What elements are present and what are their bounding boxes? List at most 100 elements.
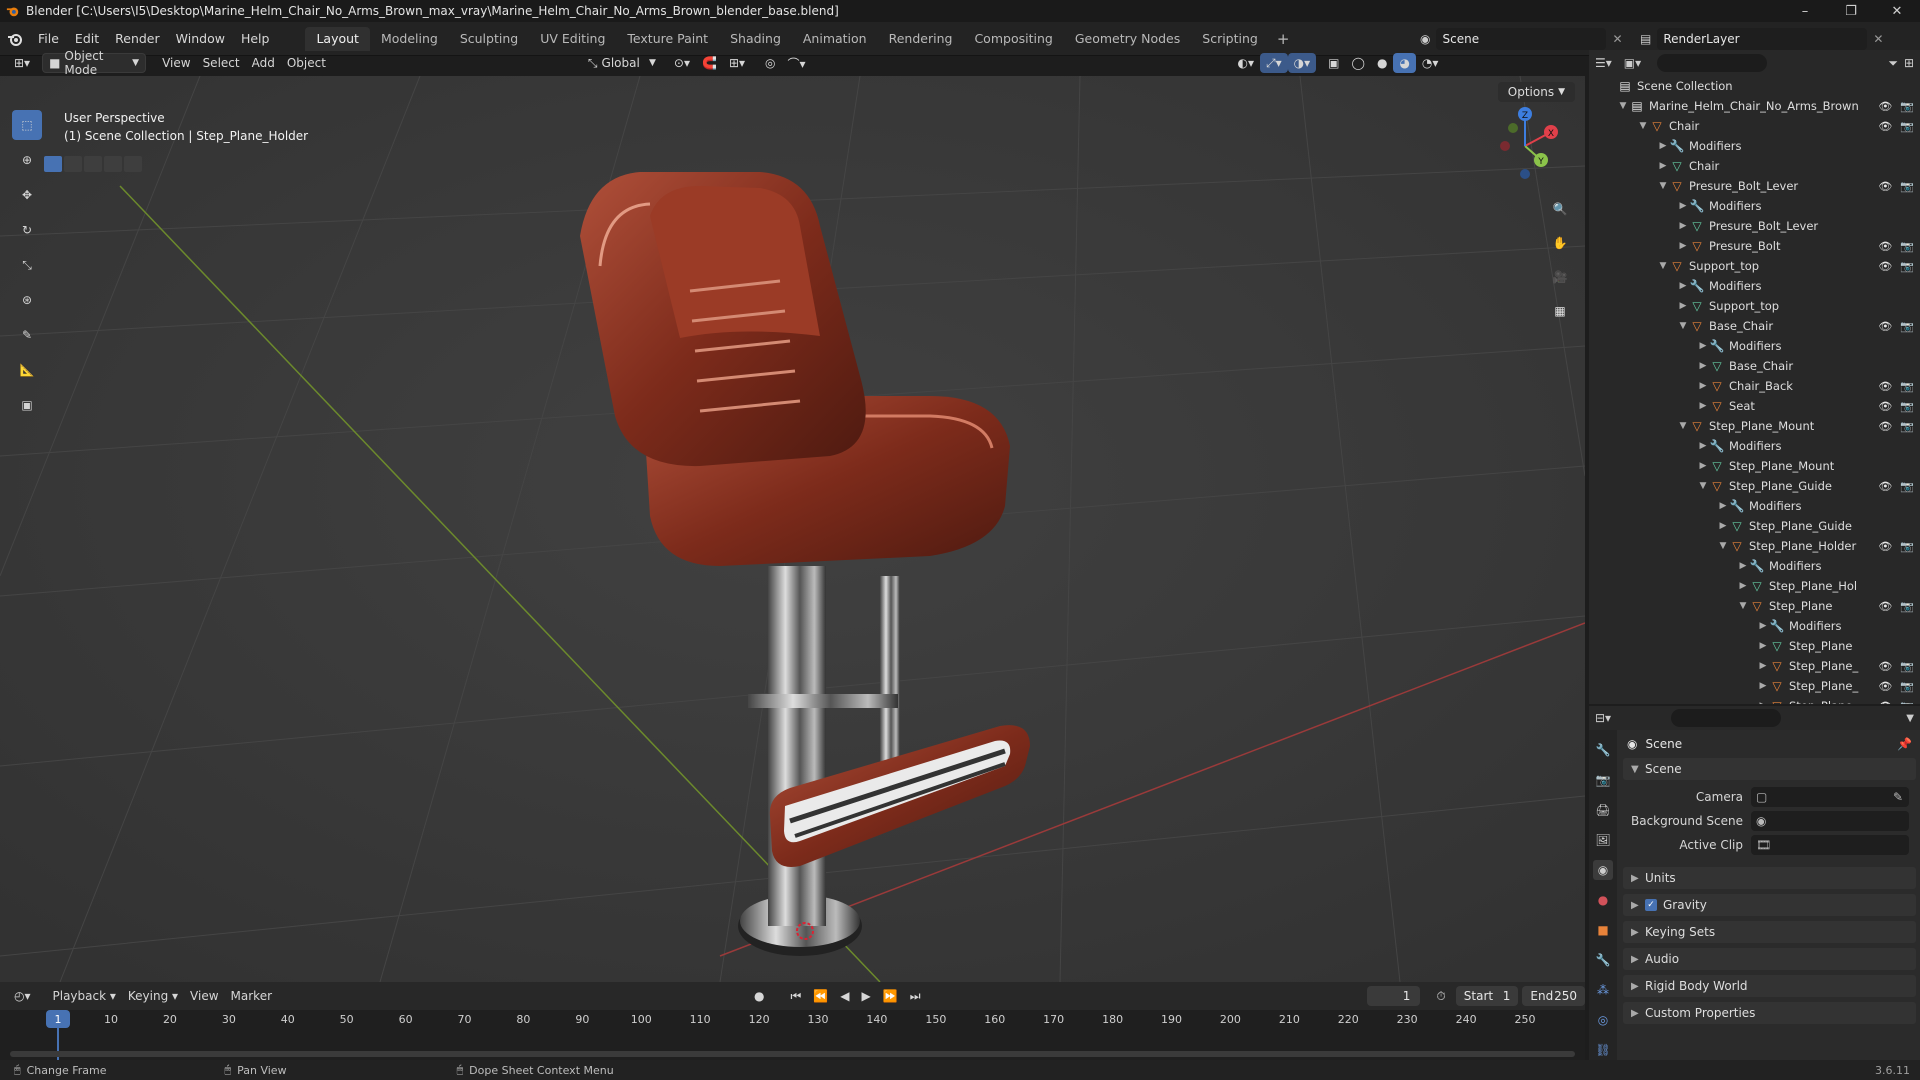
outliner-item[interactable]: ▼ ▽ Step_Plane_Guide 👁 📷	[1589, 476, 1920, 496]
panel-audio[interactable]: ▶ Audio	[1623, 948, 1916, 970]
proportional-edit-icon[interactable]: ◎	[759, 53, 781, 73]
chevron-right-icon[interactable]: ▶	[1697, 401, 1709, 411]
transform-orientation-dropdown[interactable]: ⤡ Global ▼	[582, 53, 662, 73]
constraints-tab-icon[interactable]: ⛓	[1593, 1040, 1613, 1060]
camera-render-icon[interactable]: 📷	[1900, 320, 1914, 333]
outliner-item[interactable]: ▶ 🔧 Modifiers	[1589, 496, 1920, 516]
eye-icon[interactable]: 👁	[1878, 660, 1892, 673]
menu-object[interactable]: Object	[281, 53, 332, 73]
menu-edit[interactable]: Edit	[67, 31, 107, 46]
outliner-item[interactable]: ▶ 🔧 Modifiers	[1589, 136, 1920, 156]
next-keyframe-icon[interactable]: ⏩	[877, 986, 904, 1006]
object-tab-icon[interactable]: ■	[1593, 920, 1613, 940]
outliner-root[interactable]: ▤ Scene Collection	[1589, 76, 1920, 96]
background-scene-field[interactable]: ◉	[1751, 811, 1909, 831]
chevron-right-icon[interactable]: ▶	[1677, 301, 1689, 311]
blender-menu-icon[interactable]	[0, 31, 30, 47]
close-icon[interactable]: ✕	[1612, 32, 1622, 46]
camera-view-icon[interactable]: 🎥	[1547, 264, 1573, 290]
start-frame-field[interactable]: Start 1	[1455, 986, 1519, 1006]
camera-render-icon[interactable]: 📷	[1900, 420, 1914, 433]
chevron-right-icon[interactable]: ▶	[1757, 641, 1769, 651]
eye-icon[interactable]: 👁	[1878, 680, 1892, 693]
outliner-item[interactable]: ▶ ▽ Presure_Bolt 👁 📷	[1589, 236, 1920, 256]
mode-dropdown[interactable]: ■ Object Mode ▼	[42, 49, 147, 77]
tab-layout[interactable]: Layout	[305, 26, 370, 51]
outliner-item[interactable]: ▶ ▽ Step_Plane_Hol	[1589, 576, 1920, 596]
eye-icon[interactable]: 👁	[1878, 600, 1892, 613]
maximize-button[interactable]: ❐	[1828, 0, 1874, 22]
chevron-right-icon[interactable]: ▶	[1657, 141, 1669, 151]
camera-render-icon[interactable]: 📷	[1900, 600, 1914, 613]
renderlayer-selector[interactable]: ▤ RenderLayer ✕	[1640, 26, 1900, 52]
chevron-right-icon[interactable]: ▶	[1677, 221, 1689, 231]
add-workspace-button[interactable]: +	[1269, 30, 1298, 48]
chevron-right-icon[interactable]: ▶	[1757, 661, 1769, 671]
menu-render[interactable]: Render	[107, 31, 168, 46]
outliner-item[interactable]: ▶ ▽ Presure_Bolt_Lever	[1589, 216, 1920, 236]
solid-shading-icon[interactable]: ●	[1371, 53, 1393, 73]
chevron-down-icon[interactable]: ▼	[1717, 541, 1729, 551]
eye-icon[interactable]: 👁	[1878, 540, 1892, 553]
select-invert-icon[interactable]	[104, 156, 122, 172]
timeline-scrollbar[interactable]	[10, 1051, 1575, 1057]
material-shading-icon[interactable]: ◕	[1393, 53, 1416, 73]
chevron-down-icon[interactable]: ▼	[1677, 421, 1689, 431]
rendered-shading-icon[interactable]: ◔▾	[1416, 53, 1445, 73]
properties-editor-icon[interactable]: ⊟▾	[1595, 711, 1611, 725]
chevron-right-icon[interactable]: ▶	[1677, 281, 1689, 291]
outliner-item[interactable]: ▼ ▽ Base_Chair 👁 📷	[1589, 316, 1920, 336]
close-icon[interactable]: ✕	[1873, 32, 1883, 46]
menu-marker[interactable]: Marker	[225, 986, 278, 1006]
outliner-editor-icon[interactable]: ☰▾	[1595, 56, 1612, 70]
pivot-icon[interactable]: ⊙▾	[668, 53, 696, 73]
pin-icon[interactable]: 📌	[1897, 737, 1912, 751]
scene-selector[interactable]: ◉ Scene ✕	[1420, 26, 1630, 52]
eye-icon[interactable]: 👁	[1878, 180, 1892, 193]
3d-viewport[interactable]: User Perspective (1) Scene Collection | …	[0, 76, 1585, 982]
camera-render-icon[interactable]: 📷	[1900, 260, 1914, 273]
tab-animation[interactable]: Animation	[792, 27, 878, 51]
rotate-icon[interactable]: ↻	[12, 215, 42, 245]
xray-icon[interactable]: ▣	[1322, 53, 1345, 73]
wireframe-shading-icon[interactable]: ◯	[1346, 53, 1371, 73]
tab-uv-editing[interactable]: UV Editing	[529, 27, 616, 51]
chevron-right-icon[interactable]: ▶	[1697, 341, 1709, 351]
chevron-right-icon[interactable]: ▶	[1737, 581, 1749, 591]
prev-keyframe-icon[interactable]: ⏪	[807, 986, 834, 1006]
navigation-gizmo[interactable]: X Y Z	[1485, 106, 1565, 186]
outliner-item[interactable]: ▶ ▽ Seat 👁 📷	[1589, 396, 1920, 416]
tab-modeling[interactable]: Modeling	[370, 27, 449, 51]
chevron-down-icon[interactable]: ▼	[1617, 101, 1629, 111]
menu-add[interactable]: Add	[246, 53, 281, 73]
visibility-icon[interactable]: ◐▾	[1232, 53, 1261, 73]
panel-custom-properties[interactable]: ▶ Custom Properties	[1623, 1002, 1916, 1024]
menu-file[interactable]: File	[30, 31, 67, 46]
chevron-right-icon[interactable]: ▶	[1677, 241, 1689, 251]
chevron-right-icon[interactable]: ▶	[1677, 201, 1689, 211]
record-icon[interactable]: ●	[748, 986, 770, 1006]
falloff-icon[interactable]: ⌒▾	[782, 53, 812, 73]
outliner-item[interactable]: ▶ 🔧 Modifiers	[1589, 556, 1920, 576]
pan-hand-icon[interactable]: ✋	[1547, 230, 1573, 256]
outliner-item[interactable]: ▼ ▤ Marine_Helm_Chair_No_Arms_Brown 👁 📷	[1589, 96, 1920, 116]
camera-render-icon[interactable]: 📷	[1900, 240, 1914, 253]
end-frame-field[interactable]: End 250	[1522, 986, 1585, 1006]
chevron-right-icon[interactable]: ▶	[1757, 701, 1769, 704]
chevron-down-icon[interactable]: ▼	[1697, 481, 1709, 491]
outliner-item[interactable]: ▶ ▽ Step_Plane_ 👁 📷	[1589, 676, 1920, 696]
camera-render-icon[interactable]: 📷	[1900, 100, 1914, 113]
outliner-item[interactable]: ▼ ▽ Step_Plane_Holder 👁 📷	[1589, 536, 1920, 556]
menu-select[interactable]: Select	[197, 53, 246, 73]
outliner-search-input[interactable]	[1657, 54, 1768, 72]
filter-icon[interactable]: ⏷	[1888, 56, 1898, 71]
chevron-down-icon[interactable]: ▼	[1677, 321, 1689, 331]
eyedropper-icon[interactable]: ✎	[1893, 790, 1903, 804]
gravity-checkbox[interactable]: ✓	[1645, 899, 1657, 911]
tab-shading[interactable]: Shading	[719, 27, 792, 51]
outliner-item[interactable]: ▶ 🔧 Modifiers	[1589, 616, 1920, 636]
chevron-right-icon[interactable]: ▶	[1737, 561, 1749, 571]
outliner-item[interactable]: ▶ ▽ Step_Plane_Guide	[1589, 516, 1920, 536]
eye-icon[interactable]: 👁	[1878, 120, 1892, 133]
eye-icon[interactable]: 👁	[1878, 420, 1892, 433]
